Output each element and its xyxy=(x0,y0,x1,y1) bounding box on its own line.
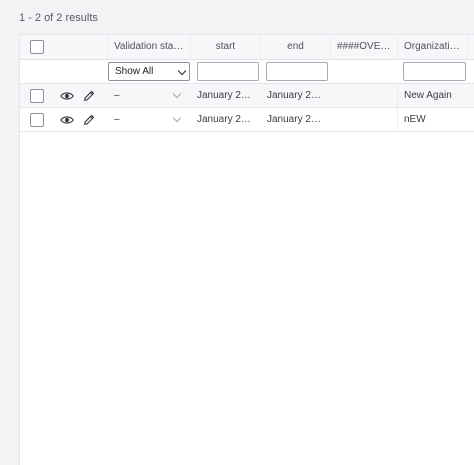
eye-icon[interactable] xyxy=(60,113,74,127)
table-row[interactable]: – January 20, 2... January 20, 2... nEW xyxy=(20,108,474,132)
overview-cell xyxy=(331,84,398,107)
organization-header[interactable]: Organization ... xyxy=(398,35,468,59)
actions-header xyxy=(20,35,108,59)
end-cell: January 20, 2... xyxy=(267,114,331,125)
results-count: 1 - 2 of 2 results xyxy=(19,12,98,24)
eye-icon[interactable] xyxy=(60,89,74,103)
chevron-down-icon xyxy=(177,66,187,76)
filter-row: Show All xyxy=(20,60,474,84)
overview-header[interactable]: ####OVERVI... xyxy=(331,35,398,59)
table-row[interactable]: – January 20, 2... January 20, 2... New … xyxy=(20,84,474,108)
validation-status-filter-value: Show All xyxy=(115,66,154,77)
data-grid: Validation status start end ####OVERVI..… xyxy=(19,34,474,465)
pencil-icon[interactable] xyxy=(82,113,96,127)
pencil-icon[interactable] xyxy=(82,89,96,103)
row-checkbox[interactable] xyxy=(30,113,44,127)
start-cell: January 20, 2... xyxy=(197,90,261,101)
start-filter-input[interactable] xyxy=(197,62,259,81)
end-filter-input[interactable] xyxy=(266,62,328,81)
organization-filter-input[interactable] xyxy=(403,62,466,81)
row-checkbox[interactable] xyxy=(30,89,44,103)
validation-status-filter[interactable]: Show All xyxy=(108,62,190,81)
end-cell: January 20, 2... xyxy=(267,90,331,101)
start-header[interactable]: start xyxy=(191,35,261,59)
header-row: Validation status start end ####OVERVI..… xyxy=(20,35,474,60)
end-header[interactable]: end xyxy=(261,35,331,59)
organization-cell: New Again xyxy=(404,90,452,101)
organization-cell: nEW xyxy=(404,114,426,125)
start-cell: January 20, 2... xyxy=(197,114,261,125)
overview-cell xyxy=(331,108,398,131)
validation-status-header[interactable]: Validation status xyxy=(108,35,191,59)
